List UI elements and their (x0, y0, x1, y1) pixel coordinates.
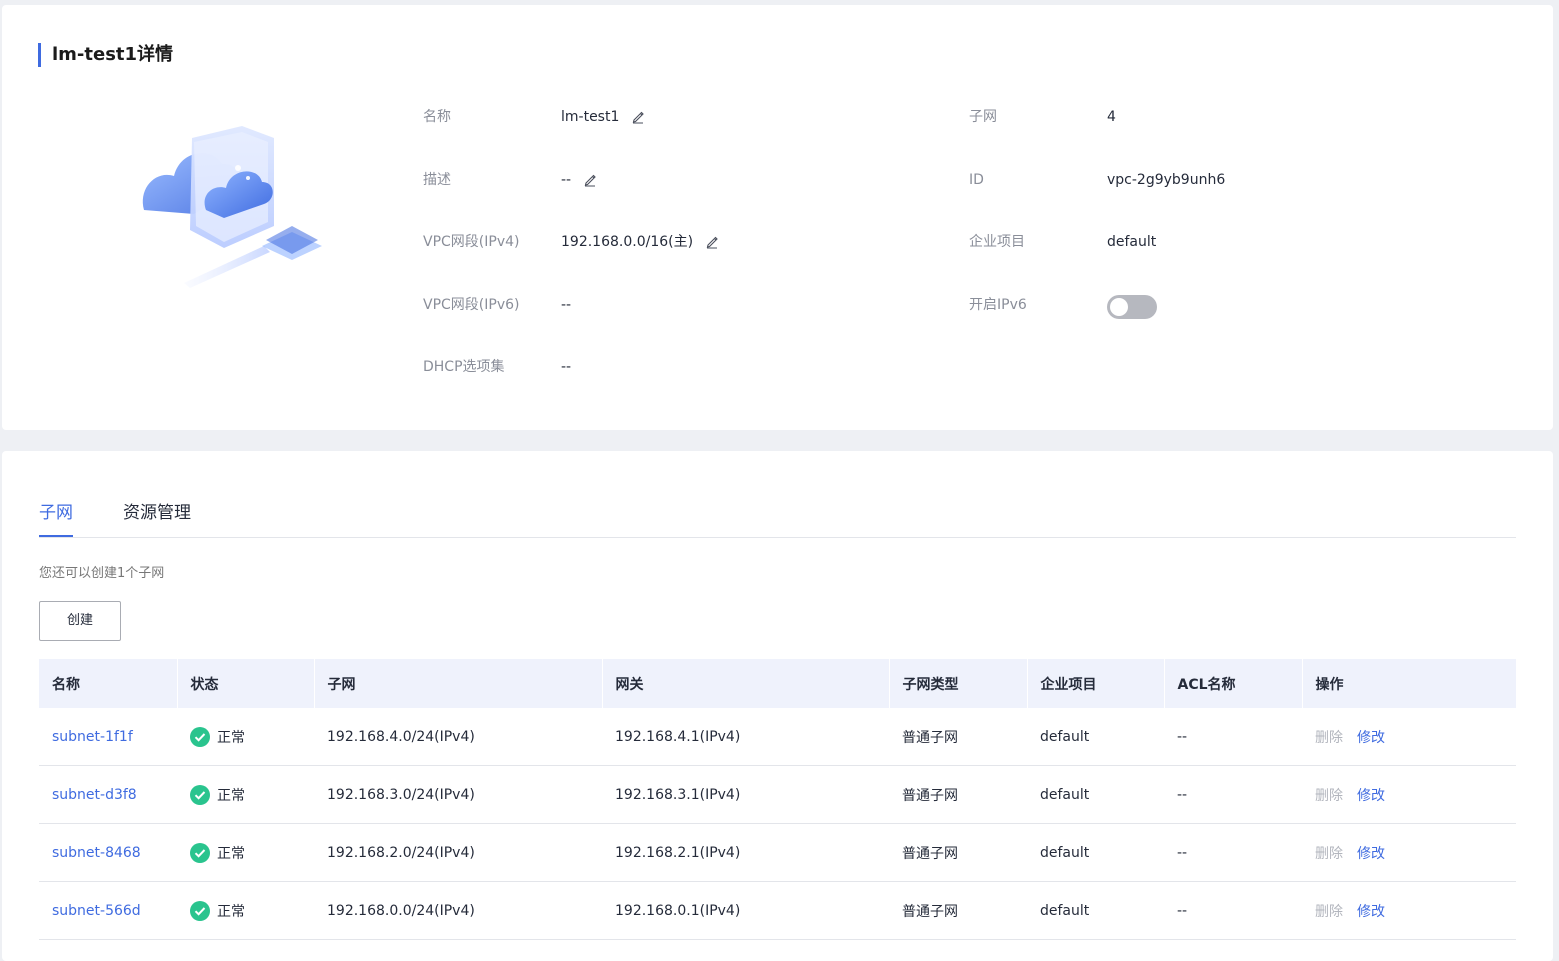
subnet-name-link[interactable]: subnet-8468 (52, 845, 141, 861)
vpc-ipv4-label: VPC网段(IPv4) (423, 234, 520, 250)
modify-button[interactable]: 修改 (1357, 904, 1385, 920)
description-label: 描述 (423, 172, 451, 188)
acl-name: -- (1164, 881, 1302, 940)
vpc-ipv4-text: 192.168.0.0/16(主) (561, 234, 694, 250)
enterprise-project-value: default (1107, 234, 1157, 250)
ipv6-toggle[interactable] (1107, 295, 1157, 319)
column-header-gateway: 网关 (602, 659, 890, 708)
status-cell: 正常 (190, 726, 314, 747)
subnet-quota-hint: 您还可以创建1个子网 (39, 566, 165, 581)
check-circle-icon (190, 842, 210, 863)
status-text: 正常 (217, 903, 245, 920)
dhcp-value: -- (561, 359, 572, 375)
create-subnet-button[interactable]: 创建 (39, 601, 121, 641)
vpc-detail-card: lm-test1详情 名称 lm-test1 描述 -- VPC网段(IPv4)… (2, 5, 1553, 430)
status-text: 正常 (217, 845, 245, 862)
acl-name: -- (1164, 708, 1302, 766)
subnet-type: 普通子网 (889, 881, 1027, 940)
subnet-type: 普通子网 (889, 765, 1027, 824)
name-label: 名称 (423, 109, 451, 125)
status-cell: 正常 (190, 842, 314, 863)
delete-button[interactable]: 删除 (1315, 846, 1343, 862)
table-row: subnet-8468 正常 192.168.2.0/24(IPv4) 192.… (39, 823, 1516, 882)
toggle-knob (1110, 298, 1128, 316)
delete-button[interactable]: 删除 (1315, 788, 1343, 804)
description-text: -- (561, 172, 572, 188)
subnet-type: 普通子网 (889, 708, 1027, 766)
vpc-ipv4-value: 192.168.0.0/16(主) (561, 232, 719, 252)
table-row: subnet-1f1f 正常 192.168.4.0/24(IPv4) 192.… (39, 708, 1516, 766)
page-title: lm-test1详情 (38, 43, 173, 67)
modify-button[interactable]: 修改 (1357, 788, 1385, 804)
enterprise-project: default (1027, 765, 1164, 824)
column-header-name: 名称 (39, 659, 178, 708)
vpc-ipv6-label: VPC网段(IPv6) (423, 297, 520, 313)
edit-vpc-ipv4-icon[interactable] (705, 235, 719, 249)
id-value: vpc-2g9yb9unh6 (1107, 172, 1226, 188)
delete-button[interactable]: 删除 (1315, 730, 1343, 746)
description-value: -- (561, 170, 597, 190)
gateway: 192.168.2.1(IPv4) (602, 823, 889, 882)
edit-description-icon[interactable] (583, 173, 597, 187)
subnet-name-link[interactable]: subnet-566d (52, 903, 141, 919)
dhcp-label: DHCP选项集 (423, 359, 505, 375)
delete-button[interactable]: 删除 (1315, 904, 1343, 920)
acl-name: -- (1164, 765, 1302, 824)
subnet-name-link[interactable]: subnet-1f1f (52, 729, 133, 745)
check-circle-icon (190, 900, 210, 921)
column-header-acl-name: ACL名称 (1164, 659, 1303, 708)
gateway: 192.168.0.1(IPv4) (602, 881, 889, 940)
subnet-cidr: 192.168.2.0/24(IPv4) (314, 823, 602, 882)
enterprise-project: default (1027, 881, 1164, 940)
ipv6-toggle-label: 开启IPv6 (969, 297, 1027, 313)
subnet-count-label: 子网 (969, 109, 997, 125)
column-header-status: 状态 (177, 659, 315, 708)
enterprise-project: default (1027, 823, 1164, 882)
subnet-card: 子网 资源管理 您还可以创建1个子网 创建 名称 状态 子网 网关 子网类型 企… (2, 451, 1553, 961)
subnet-cidr: 192.168.3.0/24(IPv4) (314, 765, 602, 824)
table-header-row: 名称 状态 子网 网关 子网类型 企业项目 ACL名称 操作 (39, 659, 1516, 708)
modify-button[interactable]: 修改 (1357, 846, 1385, 862)
check-circle-icon (190, 784, 210, 805)
gateway: 192.168.4.1(IPv4) (602, 708, 889, 766)
status-cell: 正常 (190, 784, 314, 805)
subnet-table: 名称 状态 子网 网关 子网类型 企业项目 ACL名称 操作 subnet-1f… (39, 659, 1516, 940)
vpc-illustration (142, 126, 322, 288)
column-header-subnet-type: 子网类型 (889, 659, 1028, 708)
status-text: 正常 (217, 729, 245, 746)
modify-button[interactable]: 修改 (1357, 730, 1385, 746)
column-header-subnet: 子网 (314, 659, 603, 708)
column-header-actions: 操作 (1302, 659, 1516, 708)
subnet-count-value: 4 (1107, 109, 1116, 125)
edit-name-icon[interactable] (631, 110, 645, 124)
subnet-cidr: 192.168.0.0/24(IPv4) (314, 881, 602, 940)
tab-resource-management[interactable]: 资源管理 (123, 501, 191, 525)
enterprise-project: default (1027, 708, 1164, 766)
name-text: lm-test1 (561, 109, 620, 125)
id-label: ID (969, 172, 984, 188)
subnet-type: 普通子网 (889, 823, 1027, 882)
acl-name: -- (1164, 823, 1302, 882)
gateway: 192.168.3.1(IPv4) (602, 765, 889, 824)
table-row: subnet-566d 正常 192.168.0.0/24(IPv4) 192.… (39, 881, 1516, 940)
subnet-name-link[interactable]: subnet-d3f8 (52, 787, 137, 803)
table-row: subnet-d3f8 正常 192.168.3.0/24(IPv4) 192.… (39, 765, 1516, 824)
status-text: 正常 (217, 787, 245, 804)
vpc-ipv6-value: -- (561, 297, 572, 313)
column-header-enterprise-project: 企业项目 (1027, 659, 1165, 708)
name-value: lm-test1 (561, 107, 645, 127)
tab-bar: 子网 资源管理 (39, 493, 1516, 538)
subnet-cidr: 192.168.4.0/24(IPv4) (314, 708, 602, 766)
status-cell: 正常 (190, 900, 314, 921)
check-circle-icon (190, 726, 210, 747)
enterprise-project-label: 企业项目 (969, 234, 1025, 250)
tab-subnet[interactable]: 子网 (39, 501, 73, 537)
